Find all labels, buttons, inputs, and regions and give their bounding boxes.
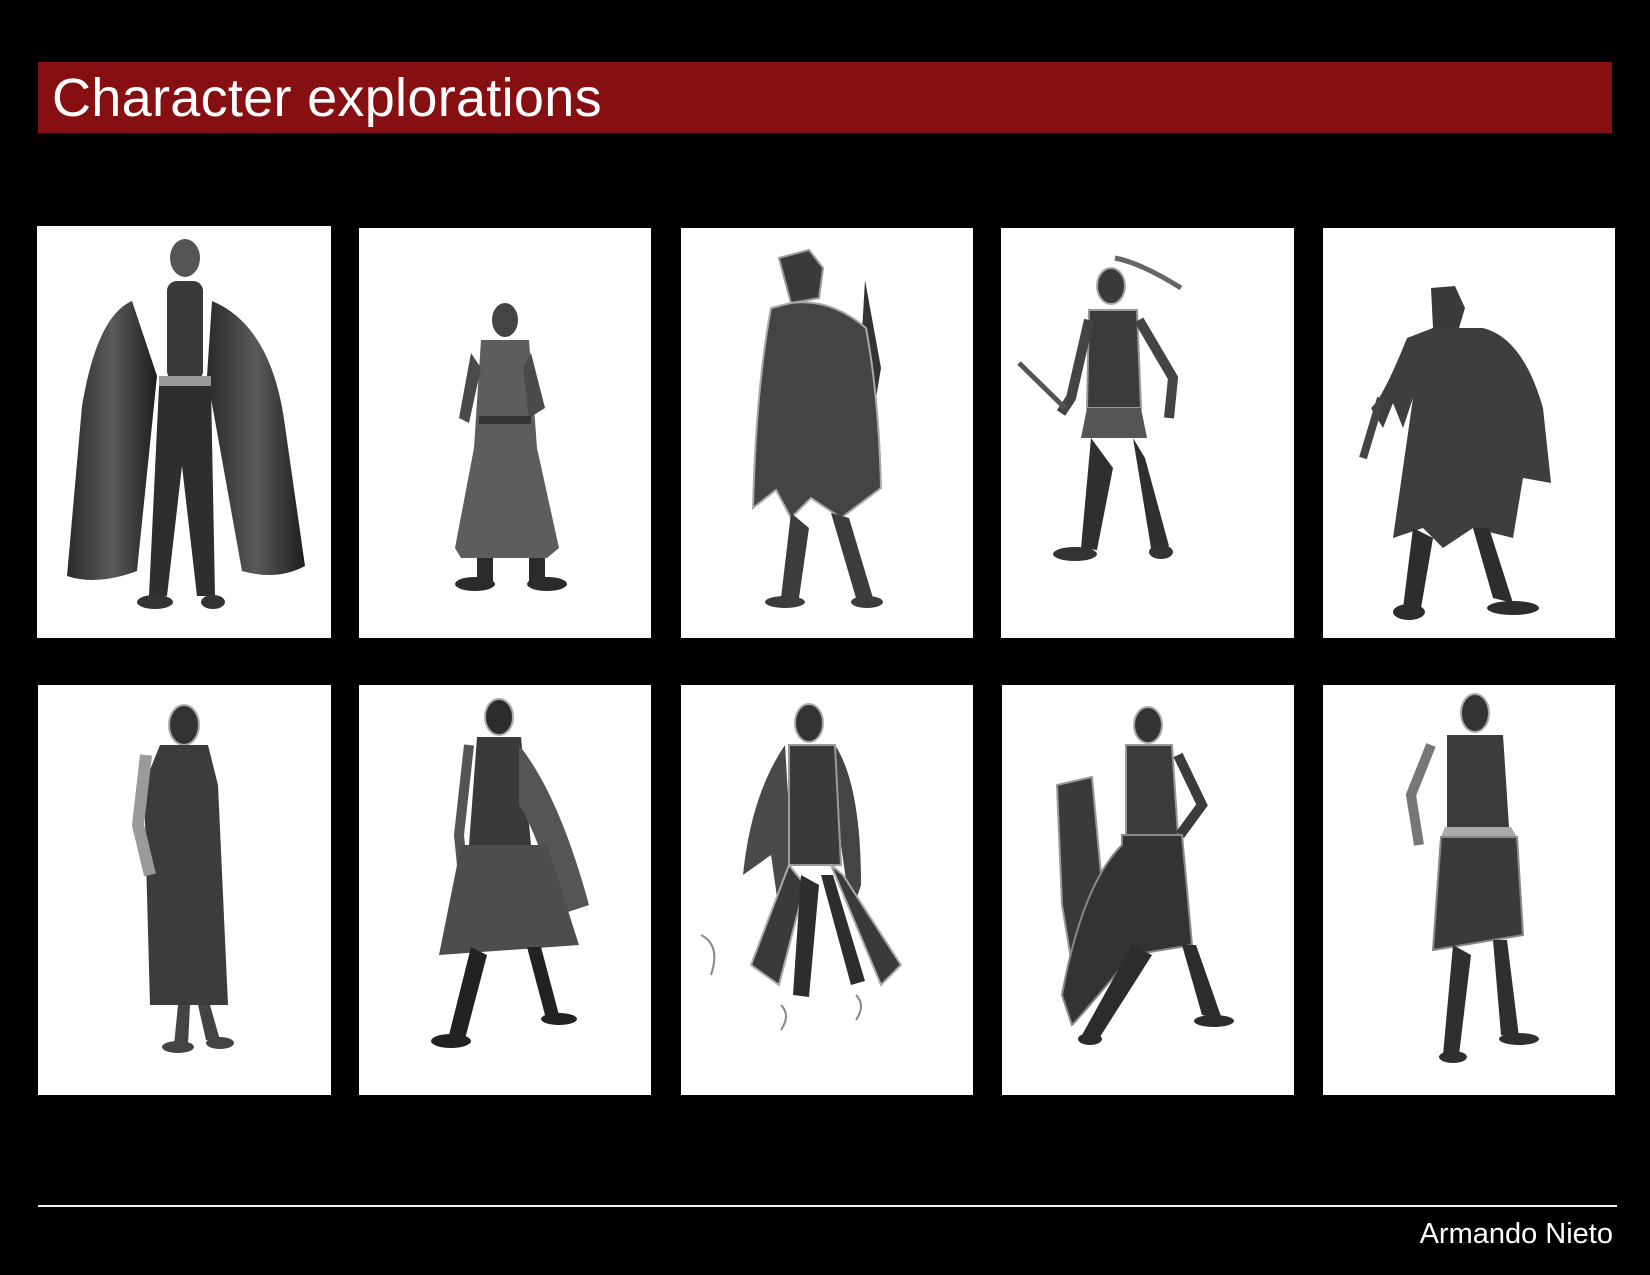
- hooded-cloak-figure-sketch: [751, 248, 883, 608]
- title-bar: Character explorations: [38, 62, 1612, 133]
- character-card-3: [681, 228, 973, 638]
- character-card-4: [1001, 228, 1294, 638]
- ponytail-swordsman-sketch: [1017, 255, 1183, 561]
- character-card-10: [1323, 685, 1615, 1095]
- page-title: Character explorations: [52, 67, 602, 128]
- draped-warrior-sketch: [431, 698, 589, 1048]
- character-card-7: [359, 685, 651, 1095]
- character-card-1: [37, 226, 331, 638]
- character-card-5: [1323, 228, 1615, 638]
- long-coat-man-sketch: [455, 303, 567, 591]
- shield-bearer-sketch: [1055, 706, 1234, 1045]
- footer-divider: [38, 1205, 1617, 1207]
- character-card-8: [681, 685, 973, 1095]
- bladed-coat-figure-sketch: [700, 703, 903, 1031]
- author-name: Armando Nieto: [1419, 1218, 1613, 1250]
- character-card-2: [359, 228, 651, 638]
- character-card-9: [1002, 685, 1294, 1095]
- skirted-masked-figure-sketch: [1405, 693, 1539, 1063]
- ragged-cloak-figure-sketch: [1359, 286, 1551, 620]
- robed-masked-figure-sketch: [131, 704, 234, 1053]
- caped-man-sketch: [67, 239, 305, 609]
- character-card-6: [38, 685, 331, 1095]
